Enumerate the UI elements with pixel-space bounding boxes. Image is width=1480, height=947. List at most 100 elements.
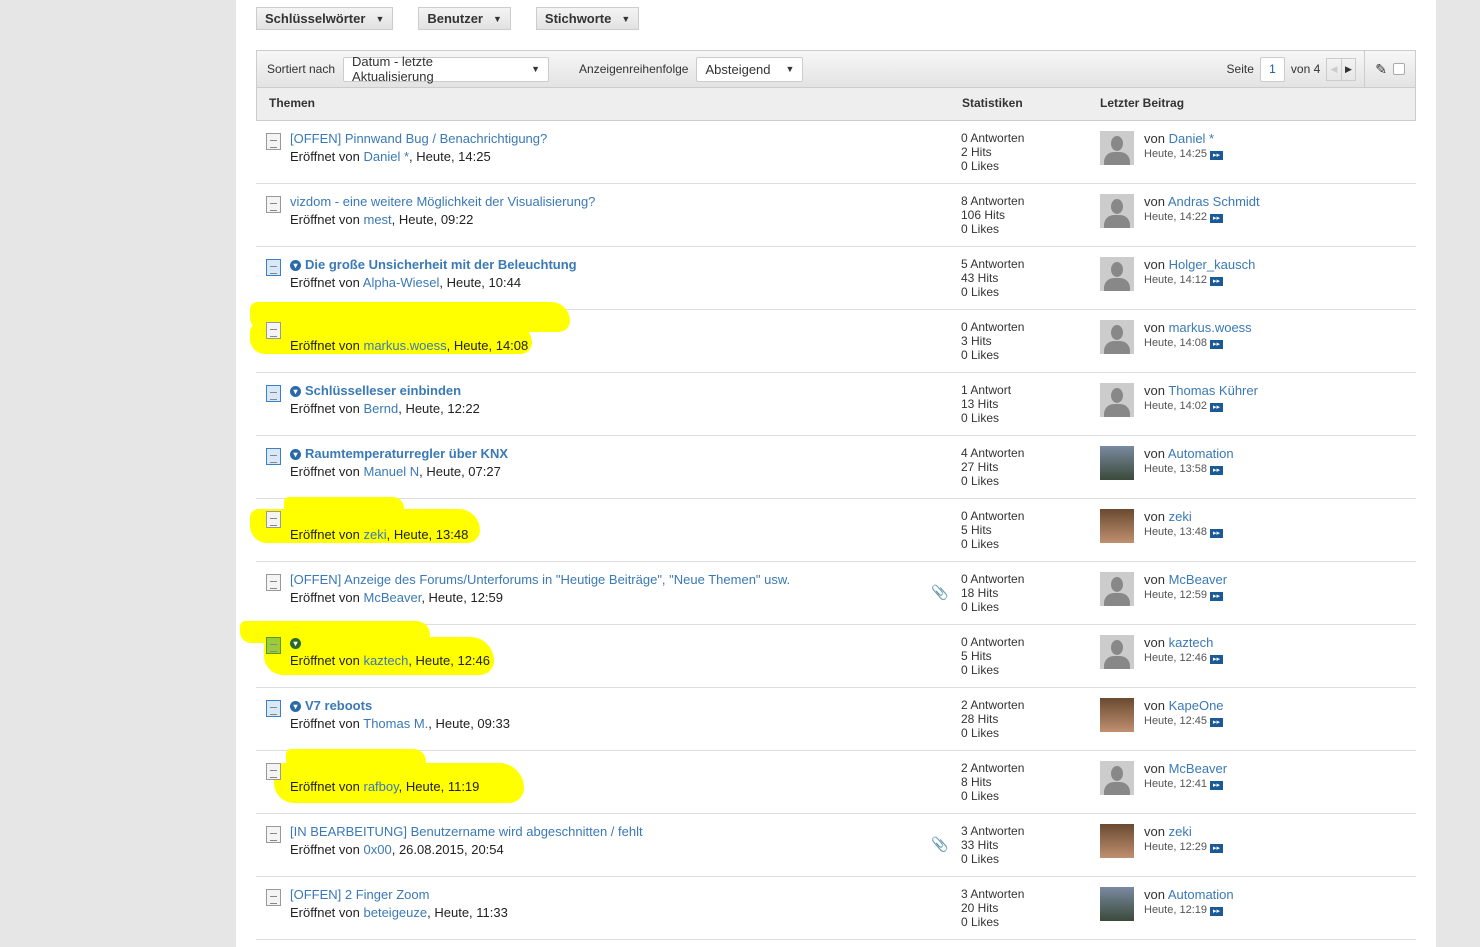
last-post-user-link[interactable]: zeki	[1169, 824, 1192, 839]
last-post-date: Heute, 12:19	[1144, 904, 1207, 916]
author-link[interactable]: Manuel N	[364, 464, 420, 479]
last-post-user-link[interactable]: zeki	[1169, 509, 1192, 524]
select-all-checkbox[interactable]	[1393, 63, 1405, 75]
author-link[interactable]: zeki	[364, 527, 387, 542]
author-link[interactable]: markus.woess	[364, 338, 447, 353]
sort-select[interactable]: Datum - letzte Aktualisierung ▼	[343, 54, 550, 84]
avatar[interactable]	[1100, 761, 1134, 795]
go-to-last-post-icon[interactable]: ▸▸	[1210, 466, 1223, 475]
sort-toolbar: Sortiert nach Datum - letzte Aktualisier…	[256, 50, 1416, 88]
go-to-last-post-icon[interactable]: ▸▸	[1210, 781, 1223, 790]
avatar[interactable]	[1100, 824, 1134, 858]
next-page-icon[interactable]: ▶	[1342, 59, 1356, 80]
topic-row: ▾ Schlüsselleser einbinden Eröffnet von B…	[256, 373, 1416, 436]
chevron-down-icon: ▼	[531, 64, 541, 74]
author-link[interactable]: kaztech	[364, 653, 409, 668]
topic-row: Eröffnet von zeki, Heute, 13:48 0 Antwor…	[250, 497, 1416, 562]
author-link[interactable]: Alpha-Wiesel	[363, 275, 440, 290]
new-post-icon[interactable]: ▾	[290, 260, 301, 271]
author-link[interactable]: beteigeuze	[364, 905, 428, 920]
avatar[interactable]	[1100, 320, 1134, 354]
last-post-user-link[interactable]: Automation	[1168, 887, 1234, 902]
topic-icon	[266, 826, 281, 843]
last-post: von Automation Heute, 13:58 ▸▸	[1144, 446, 1234, 475]
last-post-user-link[interactable]: markus.woess	[1169, 320, 1252, 335]
new-post-icon[interactable]: ▾	[290, 701, 301, 712]
likes-count: 0 Likes	[961, 600, 1000, 614]
replies-count: 0 Antworten	[961, 572, 1025, 586]
last-post-user-link[interactable]: kaztech	[1169, 635, 1214, 650]
pagination: Seite 1 von 4 ◀ ▶	[1227, 51, 1366, 87]
avatar[interactable]	[1100, 194, 1134, 228]
avatar[interactable]	[1100, 131, 1134, 165]
go-to-last-post-icon[interactable]: ▸▸	[1210, 718, 1223, 727]
go-to-last-post-icon[interactable]: ▸▸	[1210, 907, 1223, 916]
avatar[interactable]	[1100, 635, 1134, 669]
prev-page-icon[interactable]: ◀	[1327, 58, 1342, 80]
go-to-last-post-icon[interactable]: ▸▸	[1210, 529, 1223, 538]
hits-count: 5 Hits	[961, 523, 992, 537]
topic-title-link[interactable]: Raumtemperaturregler über KNX	[305, 446, 508, 461]
author-link[interactable]: McBeaver	[364, 590, 422, 605]
last-post-user-link[interactable]: KapeOne	[1169, 698, 1224, 713]
new-post-icon[interactable]: ▾	[290, 386, 301, 397]
topic-stats: 2 Antworten 28 Hits 0 Likes	[961, 698, 1024, 740]
author-link[interactable]: mest	[364, 212, 392, 227]
topic-row: ▾ Eröffnet von kaztech, Heute, 12:46 0 A…	[240, 621, 1416, 688]
last-post-user-link[interactable]: McBeaver	[1169, 572, 1228, 587]
author-link[interactable]: 0x00	[364, 842, 392, 857]
last-post-date: Heute, 14:25	[1144, 148, 1207, 160]
avatar[interactable]	[1100, 887, 1134, 921]
author-link[interactable]: Daniel *	[364, 149, 410, 164]
last-post-user-link[interactable]: Holger_kausch	[1169, 257, 1256, 272]
opened-by-label: Eröffnet von	[290, 275, 360, 290]
avatar[interactable]	[1100, 509, 1134, 543]
go-to-last-post-icon[interactable]: ▸▸	[1210, 403, 1223, 412]
author-link[interactable]: Thomas M.	[363, 716, 428, 731]
keywords-filter-button[interactable]: Schlüsselwörter ▼	[256, 7, 394, 30]
topic-date: Heute, 12:22	[405, 401, 480, 416]
hits-count: 5 Hits	[961, 649, 992, 663]
last-post-user-link[interactable]: Andras Schmidt	[1168, 194, 1260, 209]
topic-row: ▾ V7 reboots Eröffnet von Thomas M., Heut…	[256, 688, 1416, 751]
page-input[interactable]: 1	[1259, 56, 1285, 82]
topic-title: ▾ Raumtemperaturregler über KNX	[290, 446, 508, 461]
tags-filter-button[interactable]: Stichworte ▼	[535, 7, 640, 30]
avatar[interactable]	[1100, 698, 1134, 732]
avatar[interactable]	[1100, 383, 1134, 417]
topic-title-link[interactable]: Die große Unsicherheit mit der Beleuchtu…	[305, 257, 577, 272]
new-post-icon[interactable]: ▾	[290, 638, 301, 649]
topic-title-link[interactable]: [IN BEARBEITUNG] Benutzername wird abges…	[290, 824, 643, 839]
new-post-icon[interactable]: ▾	[290, 449, 301, 460]
last-post-user-link[interactable]: McBeaver	[1169, 761, 1228, 776]
topic-title-link[interactable]: vizdom - eine weitere Möglichkeit der Vi…	[290, 194, 595, 209]
go-to-last-post-icon[interactable]: ▸▸	[1210, 340, 1223, 349]
last-post-user-link[interactable]: Automation	[1168, 446, 1234, 461]
author-link[interactable]: rafboy	[364, 779, 399, 794]
last-post-user-link[interactable]: Daniel *	[1169, 131, 1215, 146]
topic-title-link[interactable]: [OFFEN] 2 Finger Zoom	[290, 887, 429, 902]
author-link[interactable]: Bernd	[364, 401, 399, 416]
avatar[interactable]	[1100, 257, 1134, 291]
go-to-last-post-icon[interactable]: ▸▸	[1210, 655, 1223, 664]
go-to-last-post-icon[interactable]: ▸▸	[1210, 151, 1223, 160]
edit-icon[interactable]: ✎	[1375, 61, 1387, 78]
go-to-last-post-icon[interactable]: ▸▸	[1210, 844, 1223, 853]
topic-starter: Eröffnet von beteigeuze, Heute, 11:33	[290, 905, 508, 920]
hits-count: 3 Hits	[961, 334, 992, 348]
topic-title-link[interactable]: Schlüsselleser einbinden	[305, 383, 461, 398]
topic-title-link[interactable]: V7 reboots	[305, 698, 372, 713]
topic-title-link[interactable]: [OFFEN] Pinnwand Bug / Benachrichtigung?	[290, 131, 547, 146]
last-post-user-link[interactable]: Thomas Kührer	[1168, 383, 1258, 398]
opened-by-label: Eröffnet von	[290, 905, 360, 920]
go-to-last-post-icon[interactable]: ▸▸	[1210, 277, 1223, 286]
topic-title-link[interactable]: [OFFEN] Anzeige des Forums/Unterforums i…	[290, 572, 790, 587]
topic-row: ▾ Raumtemperaturregler über KNX Eröffnet …	[256, 436, 1416, 499]
avatar[interactable]	[1100, 446, 1134, 480]
last-post-date: Heute, 14:12	[1144, 274, 1207, 286]
avatar[interactable]	[1100, 572, 1134, 606]
go-to-last-post-icon[interactable]: ▸▸	[1210, 592, 1223, 601]
user-filter-button[interactable]: Benutzer ▼	[418, 7, 511, 30]
order-select[interactable]: Absteigend ▼	[696, 56, 804, 82]
go-to-last-post-icon[interactable]: ▸▸	[1210, 214, 1223, 223]
